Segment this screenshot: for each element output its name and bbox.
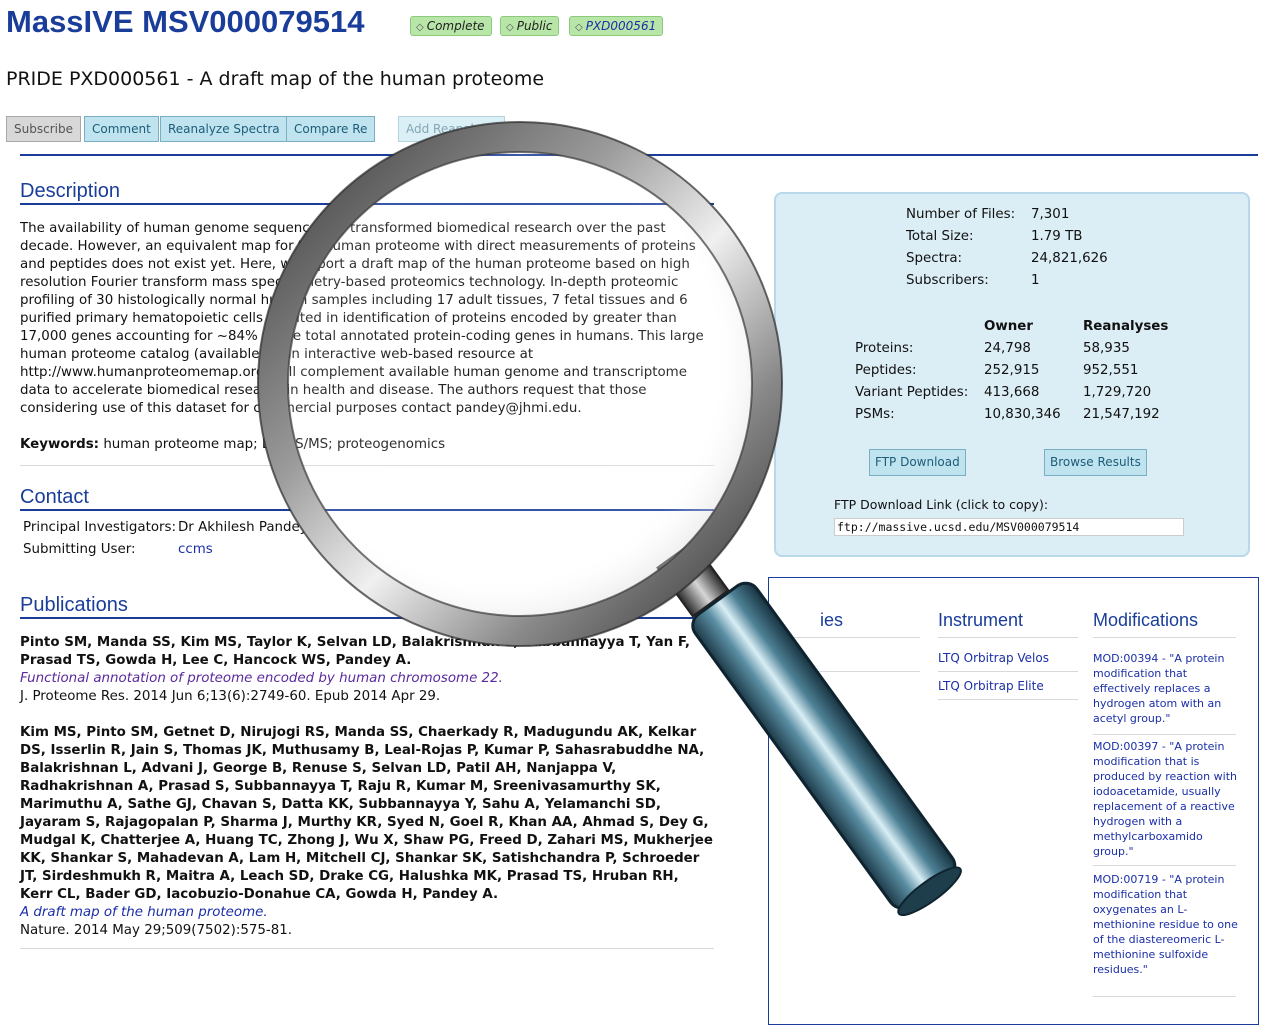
description-text: The availability of human genome sequenc…	[20, 221, 704, 416]
description-divider	[20, 203, 714, 205]
submitter-label: Submitting User:	[23, 542, 136, 557]
keywords-row: Keywords: human proteome map; LC-MS/MS; …	[20, 437, 445, 452]
psms-owner: 10,830,346	[984, 407, 1061, 422]
browse-results-button[interactable]: Browse Results	[1044, 449, 1147, 476]
peptides-reanalyses: 952,551	[1083, 363, 1139, 378]
proteins-reanalyses: 58,935	[1083, 341, 1130, 356]
instrument-heading: Instrument	[938, 610, 1024, 630]
publication-authors: Pinto SM, Manda SS, Kim MS, Taylor K, Se…	[20, 635, 690, 668]
keywords-value: human proteome map; LC-MS/MS; proteogeno…	[103, 437, 446, 452]
ftp-link-label: FTP Download Link (click to copy):	[834, 497, 1049, 512]
contact-divider	[20, 509, 714, 511]
publication-item: Pinto SM, Manda SS, Kim MS, Taylor K, Se…	[20, 634, 715, 706]
variant-peptides-label: Variant Peptides:	[855, 385, 969, 400]
variant-peptides-reanalyses: 1,729,720	[1083, 385, 1152, 400]
header-divider	[20, 154, 1258, 156]
reanalyses-column-header: Reanalyses	[1083, 319, 1169, 334]
publication-citation: Nature. 2014 May 29;509(7502):575-81.	[20, 923, 293, 938]
subscribers-label: Subscribers:	[906, 273, 989, 288]
instrument-link[interactable]: LTQ Orbitrap Velos	[938, 651, 1049, 665]
keywords-label: Keywords:	[20, 437, 100, 452]
tag-icon: ◇	[416, 22, 424, 33]
publications-divider	[20, 617, 714, 619]
ftp-link-field[interactable]: ftp://massive.ucsd.edu/MSV000079514	[834, 518, 1184, 536]
variant-peptides-owner: 413,668	[984, 385, 1040, 400]
modification-row-divider	[1093, 996, 1236, 997]
instrument-divider	[938, 637, 1078, 638]
reanalyze-spectra-button[interactable]: Reanalyze Spectra	[160, 116, 288, 142]
page-title: MassIVE MSV000079514	[6, 4, 365, 39]
publication-title-link[interactable]: A draft map of the human proteome.	[20, 904, 715, 922]
species-divider	[780, 637, 920, 638]
dataset-subtitle: PRIDE PXD000561 - A draft map of the hum…	[6, 68, 545, 90]
modifications-divider	[1093, 637, 1236, 638]
tag-icon: ◇	[506, 22, 514, 33]
subscribe-button[interactable]: Subscribe	[6, 116, 81, 142]
peptides-label: Peptides:	[855, 363, 917, 378]
publication-citation: J. Proteome Res. 2014 Jun 6;13(6):2749-6…	[20, 689, 441, 704]
publication-item: Kim MS, Pinto SM, Getnet D, Nirujogi RS,…	[20, 724, 715, 940]
peptides-owner: 252,915	[984, 363, 1040, 378]
pxd-badge-link[interactable]: ◇ PXD000561	[569, 16, 664, 36]
section-separator	[20, 465, 714, 466]
section-separator	[20, 948, 714, 949]
size-value: 1.79 TB	[1031, 229, 1083, 244]
spectra-label: Spectra:	[906, 251, 963, 266]
status-badge-public: ◇ Public	[500, 16, 560, 36]
psms-label: PSMs:	[855, 407, 895, 422]
proteins-owner: 24,798	[984, 341, 1031, 356]
ftp-download-button[interactable]: FTP Download	[869, 449, 966, 476]
description-heading: Description	[20, 180, 121, 202]
compare-reanalyses-button[interactable]: Compare Re	[286, 116, 376, 142]
instrument-row-divider	[938, 699, 1078, 700]
modification-link[interactable]: MOD:00719 - "A protein modification that…	[1093, 872, 1238, 977]
modification-link[interactable]: MOD:00397 - "A protein modification that…	[1093, 739, 1238, 859]
files-label: Number of Files:	[906, 207, 1016, 222]
publication-title-link[interactable]: Functional annotation of proteome encode…	[20, 670, 715, 688]
species-row-divider	[780, 671, 920, 672]
files-value: 7,301	[1031, 207, 1070, 222]
pi-label: Principal Investigators:	[23, 520, 177, 535]
contact-heading: Contact	[20, 486, 89, 508]
publication-authors: Kim MS, Pinto SM, Getnet D, Nirujogi RS,…	[20, 725, 713, 902]
modifications-heading: Modifications	[1093, 610, 1199, 630]
owner-column-header: Owner	[984, 319, 1033, 334]
submitter-link[interactable]: ccms	[178, 542, 213, 557]
spectra-value: 24,821,626	[1031, 251, 1108, 266]
comment-button[interactable]: Comment	[84, 116, 159, 142]
pi-value: Dr Akhilesh Pandey	[178, 520, 308, 535]
publications-heading: Publications	[20, 594, 128, 616]
species-heading: ies	[820, 610, 844, 630]
subscribers-value: 1	[1031, 273, 1040, 288]
proteins-label: Proteins:	[855, 341, 914, 356]
instrument-link[interactable]: LTQ Orbitrap Elite	[938, 679, 1044, 693]
instrument-row-divider	[938, 671, 1078, 672]
modification-row-divider	[1093, 734, 1236, 735]
add-reanalysis-button[interactable]: Add Reanalysis	[398, 116, 505, 142]
size-label: Total Size:	[906, 229, 974, 244]
tag-icon: ◇	[575, 22, 583, 33]
modification-row-divider	[1093, 865, 1236, 866]
psms-reanalyses: 21,547,192	[1083, 407, 1160, 422]
modification-link[interactable]: MOD:00394 - "A protein modification that…	[1093, 651, 1238, 726]
status-badge-complete: ◇ Complete	[410, 16, 492, 36]
